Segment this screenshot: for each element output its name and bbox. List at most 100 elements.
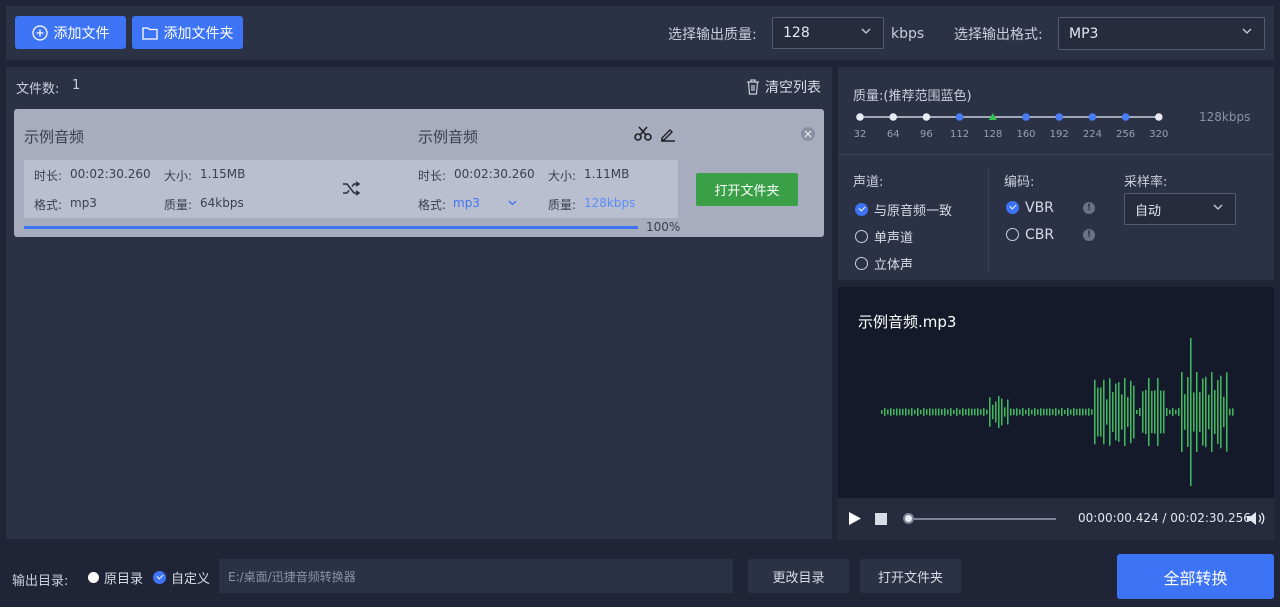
output-file-name[interactable]: 示例音频 <box>418 126 478 147</box>
radio-unchecked-icon <box>1006 228 1019 241</box>
waveform-bar <box>1052 409 1054 415</box>
remove-file-button[interactable] <box>801 127 815 141</box>
quality-tick-label: 32 <box>854 129 867 140</box>
radio-option[interactable]: 单声道 <box>855 223 952 250</box>
src-format: mp3 <box>70 196 97 210</box>
waveform-bar <box>1166 408 1168 416</box>
play-icon[interactable] <box>848 511 862 526</box>
waveform-bar <box>1127 396 1129 428</box>
open-output-folder-button[interactable]: 打开文件夹 <box>696 173 798 206</box>
waveform-bar <box>950 408 952 416</box>
open-folder-button[interactable]: 打开文件夹 <box>860 559 961 593</box>
scissors-icon[interactable] <box>634 126 652 142</box>
waveform-bar <box>1172 408 1174 416</box>
src-quality: 64kbps <box>200 196 244 210</box>
quality-tick-32[interactable] <box>856 113 864 121</box>
waveform-bar <box>998 396 1000 428</box>
seek-knob[interactable] <box>903 513 914 524</box>
waveform-bar <box>1109 378 1111 446</box>
radio-option-label: CBR <box>1025 226 1055 243</box>
divider <box>838 154 1274 155</box>
format-label: 选择输出格式: <box>954 27 1043 43</box>
quality-tick-112[interactable] <box>955 113 964 121</box>
info-icon[interactable]: ! <box>1083 201 1095 214</box>
waveform-bar <box>1094 379 1096 445</box>
quality-tick-96[interactable] <box>922 113 931 121</box>
dst-format-select[interactable]: mp3 <box>453 196 517 210</box>
waveform-bar <box>1121 394 1123 430</box>
waveform-bar <box>1163 390 1165 434</box>
quality-select[interactable]: 128 <box>772 17 884 49</box>
radio-option[interactable]: 与原音频一致 <box>855 196 952 223</box>
option-custom-dir[interactable]: 自定义 <box>153 568 210 587</box>
add-file-button[interactable]: 添加文件 <box>15 16 126 49</box>
waveform-bar <box>1097 387 1099 437</box>
waveform-bar <box>1010 408 1012 416</box>
stop-button[interactable] <box>875 513 887 525</box>
volume-icon[interactable] <box>1246 511 1266 526</box>
waveform-bar <box>947 409 949 415</box>
radio-checked-icon <box>855 203 868 216</box>
radio-option[interactable]: CBR! <box>1006 221 1095 248</box>
waveform-bar <box>1193 392 1195 432</box>
waveform-bar <box>1157 378 1159 446</box>
clear-list-button[interactable]: 清空列表 <box>746 77 821 97</box>
waveform-bar <box>1049 408 1051 416</box>
edit-icon[interactable] <box>660 126 676 142</box>
option-custom-label: 自定义 <box>171 572 211 587</box>
waveform-bar <box>1124 378 1126 446</box>
waveform-bar <box>884 408 886 416</box>
waveform-bar <box>1223 396 1225 428</box>
quality-slider[interactable]: 32 64 96 112 128 160 192 224 256 320 <box>850 108 1170 142</box>
waveform-bar <box>1175 409 1177 415</box>
format-select[interactable]: MP3 <box>1058 17 1265 50</box>
encoding-label: 编码: <box>1004 175 1035 190</box>
convert-all-button[interactable]: 全部转换 <box>1117 554 1274 599</box>
channel-label: 声道: <box>853 175 884 190</box>
waveform-bar <box>1226 372 1228 452</box>
chevron-down-icon <box>861 28 871 34</box>
quality-tick-label: 96 <box>920 129 933 140</box>
convert-all-label: 全部转换 <box>1163 568 1228 588</box>
info-icon[interactable]: ! <box>1083 228 1095 241</box>
radio-option-label: 立体声 <box>874 258 914 273</box>
output-path-field[interactable]: E:/桌面/迅捷音频转换器 <box>219 559 733 593</box>
quality-tick-320[interactable] <box>1155 113 1163 121</box>
waveform-bar <box>899 408 901 416</box>
quality-tick-256[interactable] <box>1121 113 1130 121</box>
quality-tick-64[interactable] <box>889 113 897 121</box>
waveform-bar <box>1160 390 1162 434</box>
quality-unit: kbps <box>891 26 925 42</box>
radio-option[interactable]: 立体声 <box>855 250 952 277</box>
quality-tick-192[interactable] <box>1055 113 1063 121</box>
waveform-bar <box>1190 338 1192 486</box>
waveform-bar <box>911 408 913 416</box>
waveform-bar <box>989 397 991 427</box>
waveform-bar <box>1202 378 1204 446</box>
quality-tick-160[interactable] <box>1022 113 1030 121</box>
waveform-bar <box>1073 408 1075 416</box>
waveform-bar <box>1184 394 1186 430</box>
waveform-bar <box>1181 372 1183 452</box>
waveform-bar <box>1139 408 1141 416</box>
samplerate-select[interactable]: 自动 <box>1124 193 1236 225</box>
change-dir-button[interactable]: 更改目录 <box>748 559 849 593</box>
add-file-label: 添加文件 <box>53 25 110 42</box>
waveform-bar <box>971 408 973 416</box>
waveform-bar <box>1100 387 1102 437</box>
chevron-down-icon <box>1242 28 1252 34</box>
radio-option[interactable]: VBR! <box>1006 194 1095 221</box>
waveform-bar <box>887 409 889 415</box>
waveform-bar <box>929 408 931 416</box>
quality-tick-224[interactable] <box>1088 113 1097 121</box>
radio-unchecked <box>88 572 99 583</box>
option-original-dir[interactable]: 原目录 <box>88 568 143 587</box>
waveform-bar <box>1199 392 1201 432</box>
waveform-bar <box>1196 372 1198 452</box>
seek-track[interactable] <box>908 518 1056 520</box>
add-folder-button[interactable]: 添加文件夹 <box>132 16 243 49</box>
waveform-bar <box>1142 391 1144 433</box>
waveform-bar <box>1019 409 1021 415</box>
dst-quality[interactable]: 128kbps <box>584 196 635 210</box>
waveform-bar <box>1220 375 1222 449</box>
